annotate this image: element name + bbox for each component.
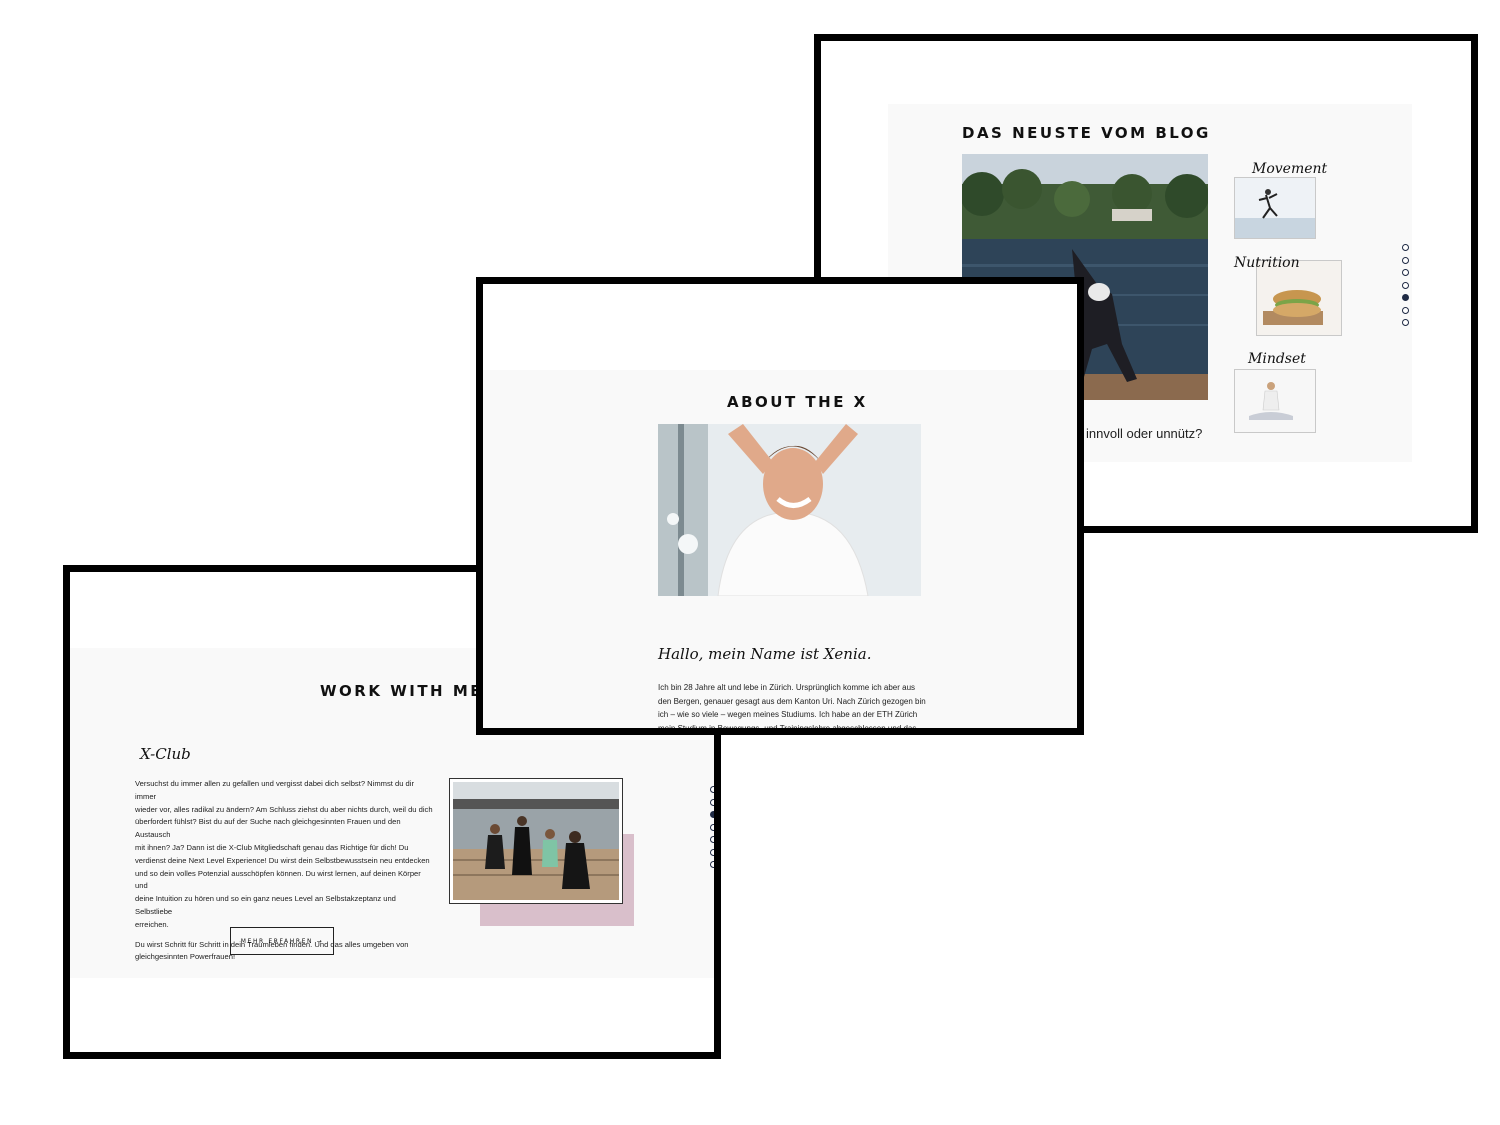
- work-section-dots: [710, 786, 714, 874]
- nav-dot-7[interactable]: [710, 861, 714, 868]
- about-greeting: Hallo, mein Name ist Xenia.: [658, 645, 872, 663]
- blog-post-teaser[interactable]: innvoll oder unnütz?: [1086, 426, 1202, 442]
- blog-section-dots: [1402, 244, 1410, 332]
- about-description: Ich bin 28 Jahre alt und lebe in Zürich.…: [658, 681, 928, 733]
- movement-photo: [1235, 178, 1315, 238]
- nav-dot-4[interactable]: [1402, 281, 1409, 289]
- blog-thumb-label-nutrition[interactable]: Nutrition: [1234, 255, 1300, 271]
- nav-dot-3[interactable]: [1402, 269, 1409, 276]
- blog-thumb-mindset[interactable]: [1234, 369, 1316, 433]
- work-line: gleichgesinnten Powerfrauen!: [135, 952, 236, 962]
- nutrition-photo: [1257, 261, 1341, 335]
- work-line: und so dein volles Potenzial ausschöpfen…: [135, 868, 421, 891]
- nav-dot-2[interactable]: [1402, 256, 1409, 264]
- nav-dot-3[interactable]: [710, 811, 714, 818]
- xenia-portrait-photo: [658, 424, 921, 596]
- nav-dot-1[interactable]: [710, 786, 714, 793]
- xclub-group-photo: [449, 778, 623, 904]
- mehr-erfahren-button[interactable]: MEHR ERFAHREN →: [230, 927, 334, 955]
- about-line: Ich bin 28 Jahre alt und lebe in Zürich.…: [658, 683, 916, 692]
- nav-dot-5[interactable]: [1402, 294, 1409, 301]
- nav-dot-2[interactable]: [710, 798, 714, 806]
- work-line: Versuchst du immer allen zu gefallen und…: [135, 779, 414, 801]
- about-title: ABOUT THE X: [727, 393, 868, 411]
- mindset-photo: [1235, 370, 1315, 432]
- work-line: verdienst deine Next Level Experience! D…: [135, 855, 430, 865]
- work-line: wieder vor, alles radikal zu ändern? Am …: [135, 804, 433, 814]
- about-portrait-image: [658, 424, 921, 596]
- about-line: den Bergen, genauer gesagt aus dem Kanto…: [658, 696, 926, 706]
- about-screenshot-frame: ABOUT THE X Hallo, mein Name ist Xenia. …: [476, 277, 1084, 735]
- work-line: deine Intuition zu hören und so ein ganz…: [135, 894, 396, 916]
- work-line: mit ihnen? Ja? Dann ist die X-Club Mitgl…: [135, 842, 409, 852]
- nav-dot-1[interactable]: [1402, 244, 1409, 251]
- nav-dot-5[interactable]: [710, 836, 714, 843]
- nav-dot-7[interactable]: [1402, 319, 1409, 326]
- about-line: ich – wie so viele – wegen meines Studiu…: [658, 710, 918, 719]
- blog-thumb-label-mindset[interactable]: Mindset: [1248, 351, 1306, 367]
- blog-thumb-label-movement[interactable]: Movement: [1252, 161, 1327, 177]
- about-line: mein Studium in Bewegungs- und Trainings…: [658, 723, 917, 733]
- nav-dot-6[interactable]: [710, 848, 714, 856]
- blog-title: DAS NEUSTE VOM BLOG: [962, 124, 1211, 142]
- nav-dot-6[interactable]: [1402, 306, 1409, 314]
- blog-thumb-nutrition[interactable]: [1256, 260, 1342, 336]
- blog-thumb-movement[interactable]: [1234, 177, 1316, 239]
- work-title: WORK WITH ME: [320, 682, 484, 700]
- work-line: überfordert fühlst? Bist du auf der Such…: [135, 817, 401, 840]
- work-line: erreichen.: [135, 919, 169, 929]
- group-women-photo: [453, 782, 619, 900]
- work-subtitle: X-Club: [140, 745, 191, 763]
- work-paragraph-1: Versuchst du immer allen zu gefallen und…: [135, 778, 435, 932]
- nav-dot-4[interactable]: [710, 823, 714, 831]
